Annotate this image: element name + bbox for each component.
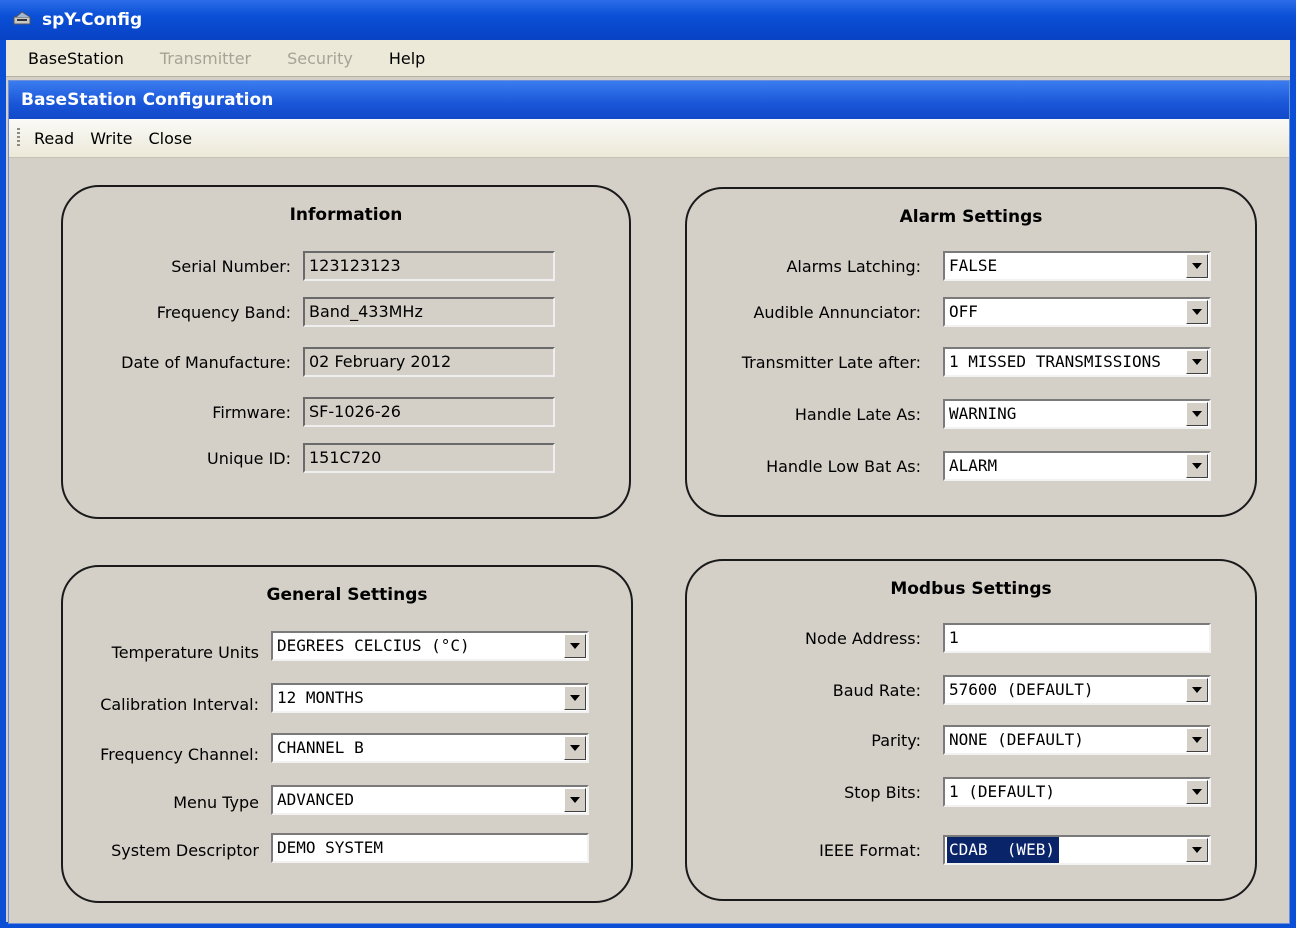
general-settings-title: General Settings [266,585,428,605]
menu-type-value: ADVANCED [277,790,355,809]
handle-late-value: WARNING [949,404,1017,423]
alarm-settings-title: Alarm Settings [899,207,1043,227]
read-button[interactable]: Read [26,129,82,148]
frequency-channel-select[interactable]: CHANNEL B [271,733,589,763]
audible-annunciator-select[interactable]: OFF [943,297,1211,327]
calibration-interval-label: Calibration Interval: [100,695,259,714]
node-address-value: 1 [949,628,960,647]
audible-annunciator-value: OFF [949,302,978,321]
system-descriptor-value: DEMO SYSTEM [277,838,383,857]
alarm-settings-group: Alarm Settings Alarms Latching: FALSE Au… [685,187,1257,517]
parity-label: Parity: [871,731,921,750]
parity-value: NONE (DEFAULT) [949,730,1084,749]
calibration-interval-select[interactable]: 12 MONTHS [271,683,589,713]
dropdown-arrow-icon[interactable] [564,634,586,658]
dropdown-arrow-icon[interactable] [1186,402,1208,426]
handle-low-bat-select[interactable]: ALARM [943,451,1211,481]
toolbar-grip[interactable] [17,128,20,148]
dropdown-arrow-icon[interactable] [1186,838,1208,862]
dropdown-arrow-icon[interactable] [564,736,586,760]
stop-bits-select[interactable]: 1 (DEFAULT) [943,777,1211,807]
app-icon [13,11,31,25]
dropdown-arrow-icon[interactable] [1186,780,1208,804]
general-settings-group: General Settings Temperature Units DEGRE… [61,565,633,903]
temperature-units-label: Temperature Units [111,643,259,662]
alarms-latching-value: FALSE [949,256,998,275]
menu-transmitter[interactable]: Transmitter [146,49,265,68]
ieee-format-select[interactable]: CDAB (WEB) [943,835,1211,865]
parity-select[interactable]: NONE (DEFAULT) [943,725,1211,755]
window-frame-left [0,40,6,928]
toolbar: Read Write Close [9,119,1289,158]
handle-late-select[interactable]: WARNING [943,399,1211,429]
frequency-band-label: Frequency Band: [156,303,291,322]
baud-rate-value: 57600 (DEFAULT) [949,680,1094,699]
serial-number-field[interactable]: 123123123 [303,251,555,281]
firmware-field[interactable]: SF-1026-26 [303,397,555,427]
frequency-channel-value: CHANNEL B [277,738,364,757]
date-of-manufacture-field[interactable]: 02 February 2012 [303,347,555,377]
dropdown-arrow-icon[interactable] [1186,678,1208,702]
node-address-field[interactable]: 1 [943,623,1211,653]
menu-bar: BaseStation Transmitter Security Help [6,40,1290,77]
menu-basestation[interactable]: BaseStation [14,49,138,68]
modbus-settings-group: Modbus Settings Node Address: 1 Baud Rat… [685,559,1257,901]
dropdown-arrow-icon[interactable] [1186,454,1208,478]
menu-type-select[interactable]: ADVANCED [271,785,589,815]
transmitter-late-label: Transmitter Late after: [741,353,921,372]
information-title: Information [289,205,403,225]
alarms-latching-select[interactable]: FALSE [943,251,1211,281]
basestation-config-window: BaseStation Configuration Read Write Clo… [8,80,1290,924]
calibration-interval-value: 12 MONTHS [277,688,364,707]
dropdown-arrow-icon[interactable] [564,686,586,710]
handle-low-bat-label: Handle Low Bat As: [766,457,921,476]
frequency-band-field[interactable]: Band_433MHz [303,297,555,327]
baud-rate-label: Baud Rate: [832,681,921,700]
stop-bits-label: Stop Bits: [844,783,921,802]
serial-number-label: Serial Number: [171,257,291,276]
unique-id-field[interactable]: 151C720 [303,443,555,473]
information-group: Information Serial Number: 123123123 Fre… [61,185,631,519]
close-button[interactable]: Close [140,129,200,148]
firmware-label: Firmware: [212,403,291,422]
transmitter-late-select[interactable]: 1 MISSED TRANSMISSIONS [943,347,1211,377]
temperature-units-select[interactable]: DEGREES CELCIUS (°C) [271,631,589,661]
child-title: BaseStation Configuration [21,90,274,110]
app-title: spY-Config [42,10,143,30]
child-titlebar[interactable]: BaseStation Configuration [9,81,1289,119]
menu-type-label: Menu Type [173,793,259,812]
dropdown-arrow-icon[interactable] [1186,350,1208,374]
frequency-channel-label: Frequency Channel: [100,745,259,764]
stop-bits-value: 1 (DEFAULT) [949,782,1055,801]
window-frame-right [1290,40,1296,928]
system-descriptor-label: System Descriptor [111,841,259,860]
handle-late-label: Handle Late As: [794,405,921,424]
transmitter-late-value: 1 MISSED TRANSMISSIONS [949,352,1161,371]
system-descriptor-field[interactable]: DEMO SYSTEM [271,833,589,863]
modbus-settings-title: Modbus Settings [890,579,1052,599]
dropdown-arrow-icon[interactable] [1186,728,1208,752]
app-titlebar[interactable]: spY-Config [0,0,1296,40]
menu-security[interactable]: Security [273,49,367,68]
write-button[interactable]: Write [82,129,140,148]
ieee-format-value: CDAB (WEB) [947,837,1059,863]
unique-id-label: Unique ID: [207,449,291,468]
audible-annunciator-label: Audible Annunciator: [753,303,921,322]
ieee-format-label: IEEE Format: [819,841,921,860]
dropdown-arrow-icon[interactable] [1186,300,1208,324]
dropdown-arrow-icon[interactable] [564,788,586,812]
handle-low-bat-value: ALARM [949,456,998,475]
menu-help[interactable]: Help [375,49,439,68]
baud-rate-select[interactable]: 57600 (DEFAULT) [943,675,1211,705]
alarms-latching-label: Alarms Latching: [786,257,921,276]
date-of-manufacture-label: Date of Manufacture: [121,353,291,372]
temperature-units-value: DEGREES CELCIUS (°C) [277,636,470,655]
node-address-label: Node Address: [805,629,921,648]
dropdown-arrow-icon[interactable] [1186,254,1208,278]
